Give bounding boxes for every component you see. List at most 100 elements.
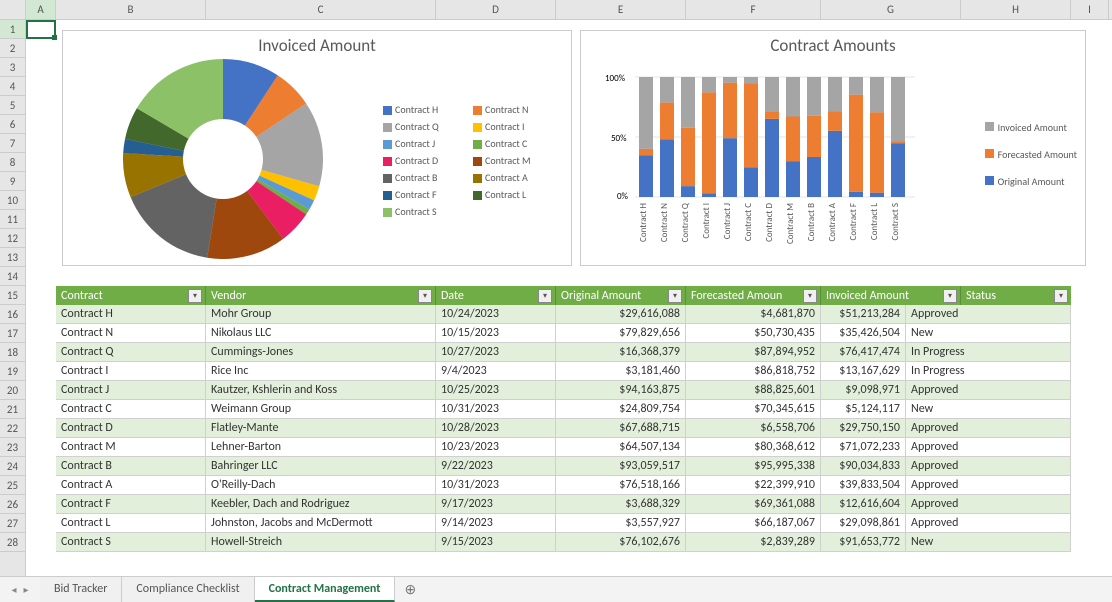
row-header-26[interactable]: 26 (0, 495, 25, 514)
cell[interactable]: Contract N (56, 324, 206, 343)
row-header-11[interactable]: 11 (0, 210, 25, 229)
col-header-H[interactable]: H (961, 0, 1071, 19)
cell[interactable]: $66,187,067 (686, 514, 821, 533)
cell[interactable]: $86,818,752 (686, 362, 821, 381)
row-header-1[interactable]: 1 (0, 20, 25, 39)
cell[interactable]: $95,995,338 (686, 457, 821, 476)
cell[interactable]: New (906, 400, 1071, 419)
cell[interactable]: Approved (906, 476, 1071, 495)
table-row[interactable]: Contract CWeimann Group10/31/2023$24,809… (56, 400, 1071, 419)
add-sheet-button[interactable]: ⊕ (395, 581, 425, 598)
table-row[interactable]: Contract FKeebler, Dach and Rodriguez9/1… (56, 495, 1071, 514)
cell[interactable]: $94,163,875 (556, 381, 686, 400)
cell[interactable]: $76,518,166 (556, 476, 686, 495)
cell[interactable]: Contract A (56, 476, 206, 495)
cell[interactable]: $87,894,952 (686, 343, 821, 362)
cell[interactable]: Kautzer, Kshlerin and Koss (206, 381, 436, 400)
cell[interactable]: Approved (906, 495, 1071, 514)
filter-icon[interactable]: ▾ (538, 289, 552, 303)
cell[interactable]: $2,839,289 (686, 533, 821, 552)
select-all-corner[interactable] (0, 0, 26, 19)
cell[interactable]: Contract D (56, 419, 206, 438)
row-header-17[interactable]: 17 (0, 324, 25, 343)
row-header-24[interactable]: 24 (0, 457, 25, 476)
row-header-5[interactable]: 5 (0, 96, 25, 115)
cell[interactable]: $6,558,706 (686, 419, 821, 438)
cell[interactable]: 9/4/2023 (436, 362, 556, 381)
cell[interactable]: Contract F (56, 495, 206, 514)
cell[interactable]: Lehner-Barton (206, 438, 436, 457)
cell[interactable]: $64,507,134 (556, 438, 686, 457)
chart-contract-amounts[interactable]: Contract Amounts 100% 50% 0% Contract HC… (580, 30, 1086, 266)
cell[interactable]: New (906, 533, 1071, 552)
cell[interactable]: Approved (906, 419, 1071, 438)
cell[interactable]: $3,557,927 (556, 514, 686, 533)
chart-invoiced-amount[interactable]: Invoiced Amount Contract HContract NCont… (62, 30, 572, 266)
cell[interactable]: Rice Inc (206, 362, 436, 381)
cell[interactable]: Howell-Streich (206, 533, 436, 552)
table-row[interactable]: Contract IRice Inc9/4/2023$3,181,460$86,… (56, 362, 1071, 381)
cell[interactable]: Contract C (56, 400, 206, 419)
cell[interactable]: $79,829,656 (556, 324, 686, 343)
table-row[interactable]: Contract BBahringer LLC9/22/2023$93,059,… (56, 457, 1071, 476)
row-header-23[interactable]: 23 (0, 438, 25, 457)
cell[interactable]: 9/17/2023 (436, 495, 556, 514)
cell[interactable]: 10/25/2023 (436, 381, 556, 400)
row-header-16[interactable]: 16 (0, 305, 25, 324)
cell[interactable]: 10/28/2023 (436, 419, 556, 438)
table-row[interactable]: Contract LJohnston, Jacobs and McDermott… (56, 514, 1071, 533)
sheet-tab[interactable]: Contract Management (255, 577, 396, 602)
col-header-G[interactable]: G (821, 0, 961, 19)
filter-icon[interactable]: ▾ (803, 289, 817, 303)
cell[interactable]: New (906, 324, 1071, 343)
cell[interactable]: Contract Q (56, 343, 206, 362)
cell[interactable]: $35,426,504 (821, 324, 906, 343)
cell[interactable]: $90,034,833 (821, 457, 906, 476)
cell[interactable]: Mohr Group (206, 305, 436, 324)
cell[interactable]: $67,688,715 (556, 419, 686, 438)
cell[interactable]: Nikolaus LLC (206, 324, 436, 343)
cell[interactable]: $9,098,971 (821, 381, 906, 400)
cell[interactable]: $29,098,861 (821, 514, 906, 533)
cell[interactable]: $16,368,379 (556, 343, 686, 362)
row-header-28[interactable]: 28 (0, 533, 25, 552)
cell[interactable]: $91,653,772 (821, 533, 906, 552)
col-header-F[interactable]: F (686, 0, 821, 19)
row-header-2[interactable]: 2 (0, 39, 25, 58)
cell[interactable]: $71,072,233 (821, 438, 906, 457)
row-header-12[interactable]: 12 (0, 229, 25, 248)
cell[interactable]: $5,124,117 (821, 400, 906, 419)
table-row[interactable]: Contract SHowell-Streich9/15/2023$76,102… (56, 533, 1071, 552)
filter-icon[interactable]: ▾ (418, 289, 432, 303)
cell[interactable]: 10/31/2023 (436, 400, 556, 419)
cell[interactable]: Flatley-Mante (206, 419, 436, 438)
cell[interactable]: Approved (906, 438, 1071, 457)
row-header-25[interactable]: 25 (0, 476, 25, 495)
cell[interactable]: Contract B (56, 457, 206, 476)
cell[interactable]: 10/27/2023 (436, 343, 556, 362)
worksheet-content[interactable]: Invoiced Amount Contract HContract NCont… (26, 20, 1112, 576)
col-header-A[interactable]: A (26, 0, 56, 19)
th-status[interactable]: Status▾ (961, 286, 1071, 305)
cell[interactable]: $12,616,604 (821, 495, 906, 514)
th-contract[interactable]: Contract▾ (56, 286, 206, 305)
cell[interactable]: In Progress (906, 362, 1071, 381)
cell[interactable]: 9/14/2023 (436, 514, 556, 533)
col-header-B[interactable]: B (56, 0, 206, 19)
th-invoiced[interactable]: Invoiced Amount▾ (821, 286, 961, 305)
cell[interactable]: Contract M (56, 438, 206, 457)
next-sheet-icon[interactable]: ▸ (23, 583, 28, 596)
cell[interactable]: $93,059,517 (556, 457, 686, 476)
cell[interactable]: $39,833,504 (821, 476, 906, 495)
cell[interactable]: Weimann Group (206, 400, 436, 419)
table-row[interactable]: Contract NNikolaus LLC10/15/2023$79,829,… (56, 324, 1071, 343)
th-vendor[interactable]: Vendor▾ (206, 286, 436, 305)
cell[interactable]: $76,417,474 (821, 343, 906, 362)
filter-icon[interactable]: ▾ (668, 289, 682, 303)
filter-icon[interactable]: ▾ (188, 289, 202, 303)
table-row[interactable]: Contract HMohr Group10/24/2023$29,616,08… (56, 305, 1071, 324)
table-row[interactable]: Contract DFlatley-Mante10/28/2023$67,688… (56, 419, 1071, 438)
cell[interactable]: Contract L (56, 514, 206, 533)
cell[interactable]: Contract S (56, 533, 206, 552)
cell[interactable]: Keebler, Dach and Rodriguez (206, 495, 436, 514)
